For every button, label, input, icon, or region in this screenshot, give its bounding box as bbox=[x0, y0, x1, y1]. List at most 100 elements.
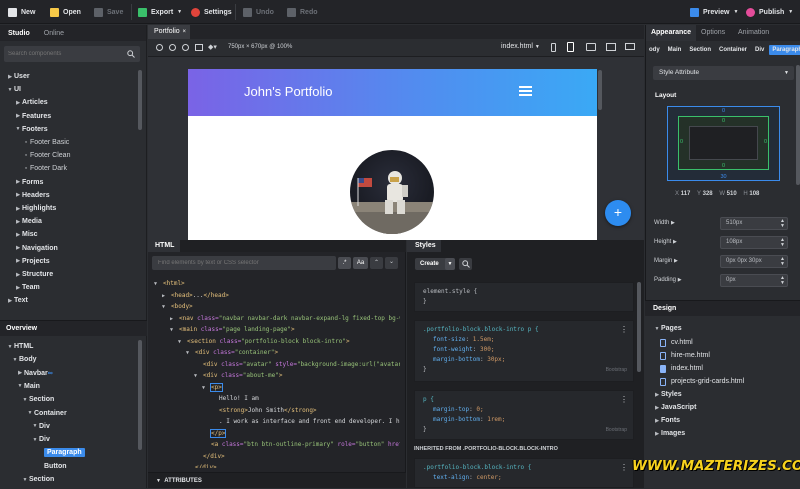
attributes-header[interactable]: ▼ ATTRIBUTES bbox=[148, 472, 406, 488]
tab-animation[interactable]: Animation bbox=[738, 25, 769, 41]
tree-item-media[interactable]: ▶ Media bbox=[14, 215, 42, 228]
breadcrumb-main[interactable]: Main bbox=[665, 45, 685, 55]
width-field[interactable]: 510px ▲ ▼ bbox=[720, 217, 788, 230]
regex-toggle[interactable]: .* bbox=[338, 257, 351, 269]
html-tree-line[interactable]: ▼ <body> bbox=[162, 301, 193, 312]
phone-icon[interactable] bbox=[551, 43, 556, 52]
css-rule-block-intro[interactable]: .portfolio-block.block-intro { text-alig… bbox=[414, 458, 634, 488]
html-tree-line[interactable]: ▶ <nav class="navbar navbar-dark navbar-e… bbox=[170, 313, 400, 324]
html-tree-line[interactable]: </div> bbox=[186, 462, 217, 468]
tree-item-text[interactable]: ▶ Text bbox=[6, 294, 28, 307]
overview-item-html[interactable]: ▼ HTML bbox=[6, 340, 34, 353]
redo-button[interactable]: Redo bbox=[287, 6, 318, 18]
html-tree-line[interactable]: ▼ <main class="page landing-page"> bbox=[170, 324, 295, 335]
html-tree-line[interactable]: ▼ <p> bbox=[202, 382, 223, 393]
design-fonts[interactable]: ▶ Fonts bbox=[653, 414, 680, 427]
css-rule-block-intro-p[interactable]: .portfolio-block.block-intro p { font-si… bbox=[414, 320, 634, 382]
zoom-out-icon[interactable] bbox=[169, 44, 176, 51]
tablet-icon[interactable] bbox=[567, 42, 574, 52]
settings-button[interactable]: Settings bbox=[191, 6, 232, 18]
save-button[interactable]: Save bbox=[94, 6, 123, 18]
margin-box[interactable]: 0 30 0 0 0 0 bbox=[667, 106, 780, 181]
breadcrumb-paragraph[interactable]: Paragraph bbox=[769, 45, 800, 55]
html-tree-line[interactable]: <div class="avatar" style="background-im… bbox=[194, 359, 400, 370]
overview-item-paragraph[interactable]: Paragraph bbox=[36, 446, 85, 459]
close-icon[interactable]: × bbox=[182, 25, 186, 39]
export-button[interactable]: Export ▼ bbox=[138, 6, 182, 18]
tab-appearance[interactable]: Appearance bbox=[646, 25, 696, 41]
chevron-up-icon[interactable]: ⌃ bbox=[370, 257, 383, 269]
component-search[interactable] bbox=[4, 46, 140, 62]
chevron-down-icon[interactable]: ⌄ bbox=[385, 257, 398, 269]
image-icon[interactable] bbox=[195, 44, 203, 51]
overview-item-div[interactable]: ▼ Div bbox=[31, 433, 50, 446]
breadcrumb-ody[interactable]: ody bbox=[646, 45, 663, 55]
padding-box[interactable]: 0 0 0 0 bbox=[678, 116, 769, 170]
stepper-icon[interactable]: ▲ ▼ bbox=[780, 257, 785, 267]
search-style-button[interactable] bbox=[459, 258, 472, 270]
tree-item-structure[interactable]: ▶ Structure bbox=[14, 268, 53, 281]
element-filter[interactable] bbox=[152, 256, 336, 270]
rotate-icon[interactable] bbox=[182, 44, 189, 51]
chevron-down-icon[interactable]: ▼ bbox=[445, 258, 455, 270]
chevron-right-icon[interactable]: ▶ bbox=[671, 220, 675, 226]
html-tree-line[interactable]: . I work as interface and front end deve… bbox=[210, 416, 400, 427]
tree-item-footer-dark[interactable]: ▫ Footer Dark bbox=[22, 162, 67, 175]
tab-styles[interactable]: Styles bbox=[407, 240, 441, 252]
viewport-size[interactable]: 750px × 670px @ 100% bbox=[228, 44, 292, 50]
site-navbar[interactable]: John's Portfolio bbox=[188, 69, 597, 116]
tree-item-headers[interactable]: ▶ Headers bbox=[14, 189, 50, 202]
more-icon[interactable]: ⋮ bbox=[620, 395, 628, 404]
tab-html[interactable]: HTML bbox=[148, 240, 180, 252]
layers-icon[interactable]: ◆▾ bbox=[208, 43, 217, 51]
html-tree-line[interactable]: ▼ <div class="container"> bbox=[186, 347, 278, 358]
tab-options[interactable]: Options bbox=[701, 25, 725, 41]
design-javascript[interactable]: ▶ JavaScript bbox=[653, 401, 696, 414]
file-cv[interactable]: cv.html bbox=[660, 336, 693, 349]
overview-item-section[interactable]: ▼ Section bbox=[21, 393, 55, 406]
breadcrumb-section[interactable]: Section bbox=[686, 45, 714, 55]
padding-field[interactable]: 0px ▲ ▼ bbox=[720, 274, 788, 287]
case-toggle[interactable]: Aa bbox=[353, 257, 368, 269]
height-field[interactable]: 108px ▲ ▼ bbox=[720, 236, 788, 249]
overview-item-main[interactable]: ▼ Main bbox=[16, 380, 40, 393]
tree-item-navigation[interactable]: ▶ Navigation bbox=[14, 242, 58, 255]
more-icon[interactable]: ⋮ bbox=[620, 463, 628, 472]
html-tree-line[interactable]: </p> bbox=[202, 428, 227, 439]
html-tree-line[interactable]: Hello! I am bbox=[210, 393, 259, 404]
filter-input[interactable] bbox=[158, 258, 330, 268]
overview-item-section[interactable]: ▼ Section bbox=[21, 473, 55, 486]
open-button[interactable]: Open bbox=[50, 6, 81, 18]
element-style-rule[interactable]: element.style { } bbox=[414, 282, 634, 312]
html-tree-line[interactable]: ▼ <section class="portfolio-block block-i… bbox=[178, 336, 350, 347]
overview-item-button[interactable]: Button bbox=[36, 460, 67, 473]
tree-item-footer-clean[interactable]: ▫ Footer Clean bbox=[22, 149, 71, 162]
search-input[interactable] bbox=[8, 48, 120, 60]
more-icon[interactable]: ⋮ bbox=[620, 325, 628, 334]
overview-item-navbar[interactable]: ▶ Navbar ∞ bbox=[16, 367, 53, 380]
tree-item-team[interactable]: ▶ Team bbox=[14, 281, 40, 294]
tree-item-misc[interactable]: ▶ Misc bbox=[14, 228, 38, 241]
html-tree-line[interactable]: <a class="btn btn-outline-primary" role=… bbox=[202, 439, 400, 450]
file-hire-me[interactable]: hire-me.html bbox=[660, 349, 710, 362]
add-button[interactable]: + bbox=[605, 200, 631, 226]
design-images[interactable]: ▶ Images bbox=[653, 427, 685, 440]
tree-item-features[interactable]: ▶ Features bbox=[14, 110, 51, 123]
file-index[interactable]: index.html bbox=[660, 362, 703, 375]
laptop-icon[interactable] bbox=[606, 43, 616, 51]
overview-item-body[interactable]: ▼ Body bbox=[11, 353, 37, 366]
tree-item-projects[interactable]: ▶ Projects bbox=[14, 255, 50, 268]
html-tree-line[interactable]: ▼ <html> bbox=[154, 278, 185, 289]
html-tree-line[interactable]: ▶ <head>...</head> bbox=[162, 290, 229, 301]
html-tree-line[interactable]: <strong>John Smith</strong> bbox=[210, 405, 317, 416]
tree-item-user[interactable]: ▶ User bbox=[6, 70, 30, 83]
overview-item-container[interactable]: ▼ Container bbox=[26, 407, 67, 420]
style-attribute-select[interactable]: Style Attribute ▼ bbox=[653, 66, 794, 80]
tree-item-ui[interactable]: ▼ UI bbox=[6, 83, 21, 96]
publish-button[interactable]: Publish ▼ bbox=[746, 6, 793, 18]
site-title[interactable]: John's Portfolio bbox=[244, 84, 332, 99]
preview-button[interactable]: Preview ▼ bbox=[690, 6, 738, 18]
html-tree-line[interactable]: </div> bbox=[194, 451, 225, 462]
chevron-right-icon[interactable]: ▶ bbox=[674, 258, 678, 264]
file-projects-grid[interactable]: projects-grid-cards.html bbox=[660, 375, 744, 388]
